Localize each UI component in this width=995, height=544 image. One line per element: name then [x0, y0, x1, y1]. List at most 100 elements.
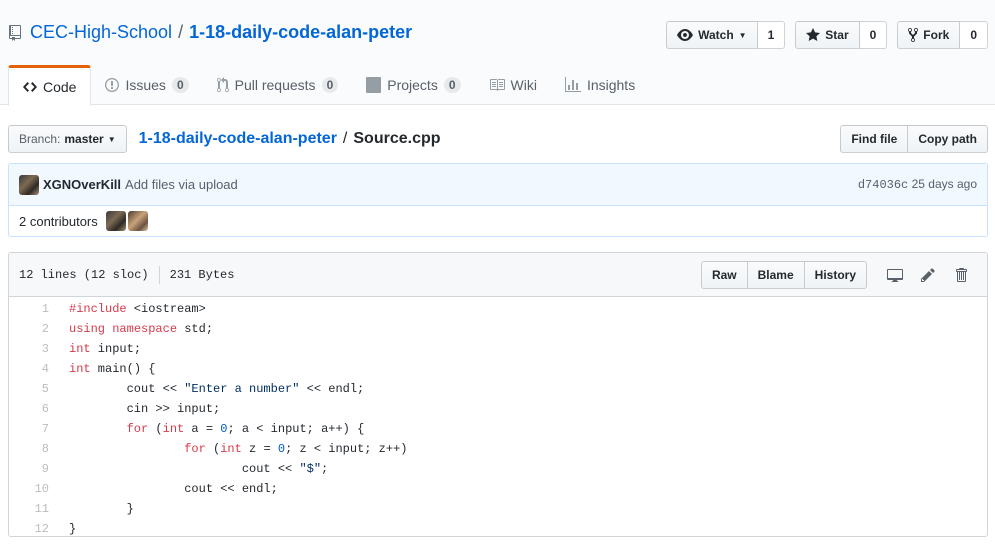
- code-line: 2 using namespace std;: [9, 319, 987, 339]
- code-line: 5 cout << "Enter a number" << endl;: [9, 379, 987, 399]
- watch-group: Watch ▼ 1: [666, 21, 786, 49]
- history-button[interactable]: History: [804, 260, 867, 289]
- blame-button[interactable]: Blame: [747, 260, 805, 289]
- raw-button[interactable]: Raw: [700, 260, 748, 289]
- branch-select-button[interactable]: Branch: master ▼: [8, 125, 127, 153]
- book-icon: [489, 79, 505, 91]
- code-blob: 1 #include <iostream> 2 using namespace st…: [9, 297, 987, 536]
- tab-insights-label: Insights: [586, 77, 636, 93]
- desktop-icon[interactable]: [879, 267, 911, 283]
- avatar[interactable]: [19, 174, 39, 195]
- watch-count[interactable]: 1: [757, 21, 786, 49]
- line-number[interactable]: 6: [9, 402, 49, 416]
- code-line: 4 int main() {: [9, 359, 987, 379]
- code-line: 11 }: [9, 499, 987, 519]
- avatar[interactable]: [127, 211, 148, 231]
- line-number[interactable]: 7: [9, 422, 49, 436]
- commit-time: 25 days ago: [911, 177, 977, 191]
- line-number[interactable]: 8: [9, 442, 49, 456]
- commit-author-link[interactable]: XGNOverKill: [43, 177, 121, 192]
- fork-icon: [908, 27, 919, 43]
- chevron-down-icon: ▼: [738, 30, 747, 40]
- tab-wiki-label: Wiki: [510, 77, 537, 93]
- star-label: Star: [825, 28, 849, 42]
- repo-icon: [9, 24, 21, 41]
- breadcrumb-repo-link[interactable]: 1-18-daily-code-alan-peter: [139, 130, 337, 148]
- chevron-down-icon: ▼: [107, 134, 116, 144]
- latest-commit: XGNOverKill Add files via upload d74036c…: [9, 164, 987, 206]
- line-code: using namespace std;: [69, 322, 214, 336]
- file-actions: Raw Blame History: [700, 260, 977, 289]
- file-viewer: 12 lines (12 sloc) 231 Bytes Raw Blame H…: [8, 252, 988, 537]
- line-number[interactable]: 1: [9, 302, 49, 316]
- tab-wiki[interactable]: Wiki: [475, 65, 551, 105]
- line-code: cin >> input;: [69, 402, 221, 416]
- graph-icon: [564, 77, 581, 92]
- tab-pull-requests[interactable]: Pull requests 0: [203, 65, 353, 105]
- contributors-count[interactable]: 2 contributors: [19, 214, 98, 229]
- star-icon: [806, 28, 821, 41]
- line-code: cout << "$";: [69, 462, 329, 476]
- star-count[interactable]: 0: [859, 21, 888, 49]
- code-line: 10 cout << endl;: [9, 479, 987, 499]
- tab-projects-label: Projects: [387, 77, 438, 93]
- fork-label: Fork: [923, 28, 950, 42]
- pull-requests-count-badge: 0: [321, 77, 339, 93]
- star-button[interactable]: Star: [795, 21, 860, 49]
- line-number[interactable]: 3: [9, 342, 49, 356]
- code-line: 1 #include <iostream>: [9, 299, 987, 319]
- watch-button[interactable]: Watch ▼: [666, 21, 758, 49]
- copy-path-button[interactable]: Copy path: [908, 125, 988, 153]
- line-number[interactable]: 12: [9, 522, 49, 536]
- commit-meta: d74036c 25 days ago: [858, 177, 977, 192]
- avatar[interactable]: [105, 211, 126, 231]
- fork-button[interactable]: Fork: [897, 21, 961, 49]
- watch-label: Watch: [698, 28, 734, 42]
- tab-code-label: Code: [43, 78, 77, 95]
- tab-code[interactable]: Code: [8, 65, 92, 106]
- line-number[interactable]: 10: [9, 482, 49, 496]
- git-pull-request-icon: [216, 77, 229, 93]
- tab-issues[interactable]: Issues 0: [91, 65, 202, 105]
- tab-insights[interactable]: Insights: [551, 65, 649, 105]
- repo-actions: Watch ▼ 1 Star 0 Fork 0: [666, 21, 988, 49]
- commit-sha-link[interactable]: d74036c: [858, 178, 908, 192]
- find-file-button[interactable]: Find file: [840, 125, 909, 153]
- line-code: cout << "Enter a number" << endl;: [69, 382, 365, 396]
- code-line: 12}: [9, 519, 987, 536]
- line-number[interactable]: 4: [9, 362, 49, 376]
- breadcrumb-filename: Source.cpp: [353, 130, 441, 147]
- tab-projects[interactable]: Projects 0: [352, 65, 474, 105]
- file-info-divider: [158, 265, 160, 284]
- repo-title-separator: /: [178, 22, 184, 42]
- line-number[interactable]: 2: [9, 322, 49, 336]
- commit-tease: XGNOverKill Add files via upload d74036c…: [8, 163, 988, 237]
- projects-count-badge: 0: [443, 77, 461, 93]
- breadcrumb: 1-18-daily-code-alan-peter / Source.cpp: [139, 130, 441, 148]
- file-lines-info: 12 lines (12 sloc): [19, 267, 149, 282]
- eye-icon: [677, 29, 694, 41]
- line-code: }: [69, 502, 134, 516]
- line-number[interactable]: 9: [9, 462, 49, 476]
- fork-count[interactable]: 0: [960, 21, 988, 49]
- repo-header: CEC-High-School / 1-18-daily-code-alan-p…: [0, 0, 995, 106]
- file-size: 231 Bytes: [169, 267, 235, 282]
- pencil-icon[interactable]: [912, 267, 944, 283]
- branch-value: master: [64, 132, 104, 146]
- line-code: int main() {: [69, 362, 156, 376]
- line-number[interactable]: 11: [9, 502, 49, 516]
- tab-pull-requests-label: Pull requests: [234, 77, 316, 93]
- breadcrumb-separator: /: [342, 130, 348, 147]
- repo-name-link[interactable]: 1-18-daily-code-alan-peter: [189, 22, 412, 43]
- code-icon: [23, 81, 37, 92]
- trash-icon[interactable]: [945, 267, 977, 283]
- commit-message-link[interactable]: Add files via upload: [125, 177, 238, 192]
- line-number[interactable]: 5: [9, 382, 49, 396]
- star-group: Star 0: [795, 21, 888, 49]
- code-line: 9 cout << "$";: [9, 459, 987, 479]
- code-line: 3 int input;: [9, 339, 987, 359]
- line-code: cout << endl;: [69, 482, 278, 496]
- code-line: 6 cin >> input;: [9, 399, 987, 419]
- issue-opened-icon: [105, 78, 120, 92]
- repo-owner-link[interactable]: CEC-High-School: [30, 22, 172, 43]
